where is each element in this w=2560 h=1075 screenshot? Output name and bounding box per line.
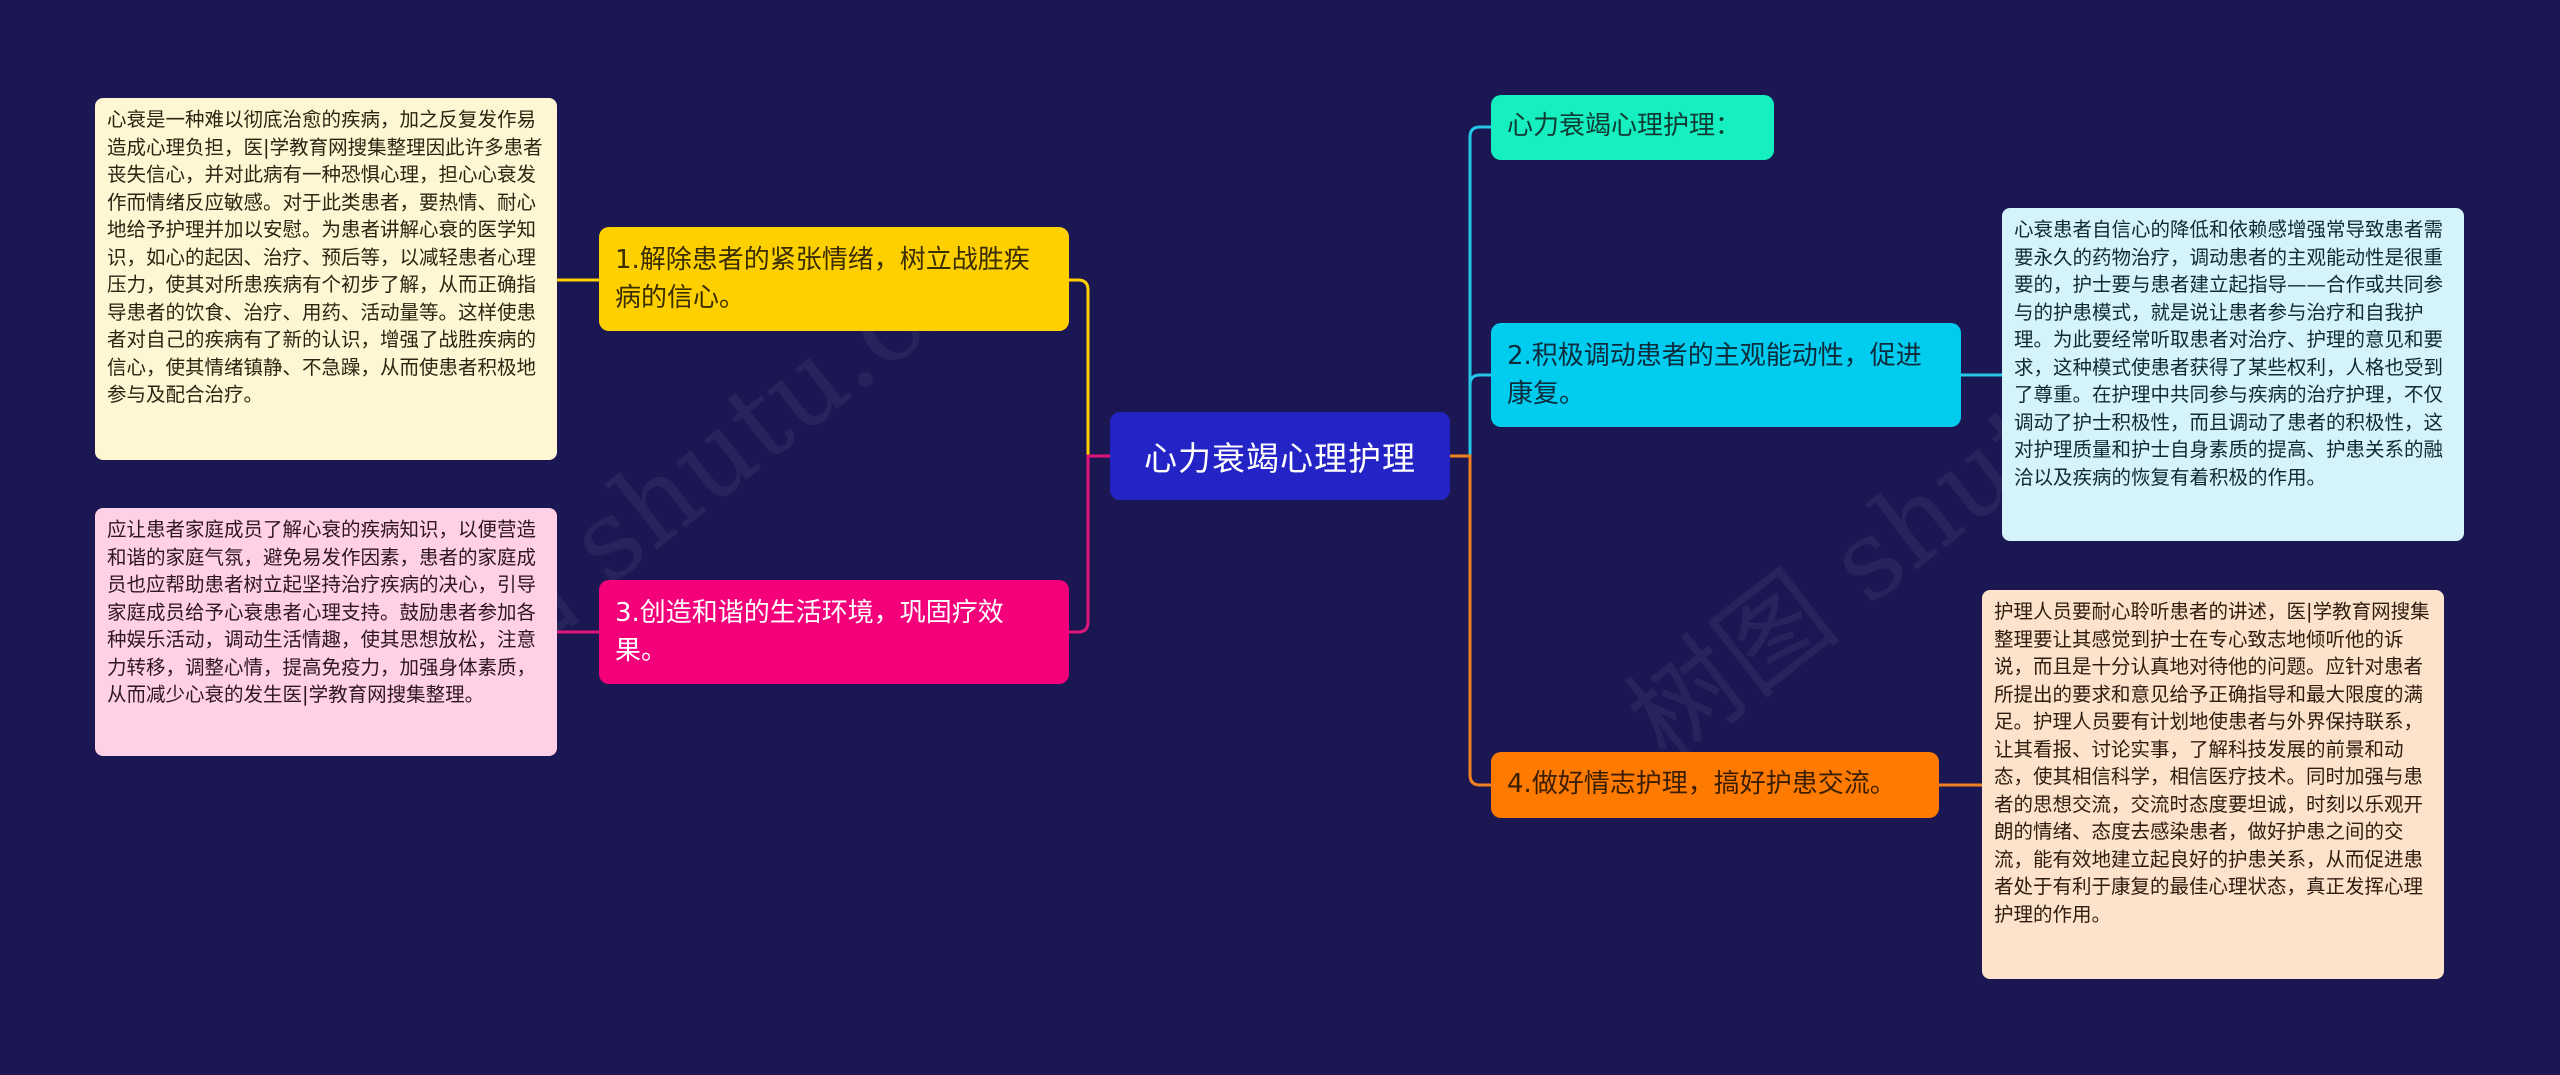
- note-text: 护理人员要耐心聆听患者的讲述，医|学教育网搜集整理要让其感觉到护士在专心致志地倾…: [1994, 600, 2430, 926]
- root-topic-label: 心力衰竭心理护理: [1144, 439, 1416, 478]
- branch-topic-2[interactable]: 2.积极调动患者的主观能动性，促进康复。: [1491, 323, 1961, 427]
- branch-topic-label: 4.做好情志护理，搞好护患交流。: [1507, 769, 1896, 799]
- edge-root-to-branch-title: [1450, 125, 1491, 458]
- branch-topic-label: 1.解除患者的紧张情绪，树立战胜疾病的信心。: [615, 245, 1030, 313]
- branch-topic-3[interactable]: 3.创造和谐的生活环境，巩固疗效果。: [599, 580, 1069, 684]
- edge-root-to-branch-1: [1069, 278, 1110, 458]
- branch-topic-label: 3.创造和谐的生活环境，巩固疗效果。: [615, 598, 1004, 666]
- note-text: 心衰患者自信心的降低和依赖感增强常导致患者需要永久的药物治疗，调动患者的主观能动…: [2014, 218, 2444, 489]
- note-topic-1[interactable]: 心衰是一种难以彻底治愈的疾病，加之反复发作易造成心理负担，医|学教育网搜集整理因…: [95, 98, 557, 460]
- branch-topic-title[interactable]: 心力衰竭心理护理：: [1491, 95, 1774, 160]
- note-topic-4[interactable]: 护理人员要耐心聆听患者的讲述，医|学教育网搜集整理要让其感觉到护士在专心致志地倾…: [1982, 590, 2444, 979]
- note-text: 心衰是一种难以彻底治愈的疾病，加之反复发作易造成心理负担，医|学教育网搜集整理因…: [107, 108, 543, 406]
- branch-topic-label: 2.积极调动患者的主观能动性，促进康复。: [1507, 341, 1922, 409]
- note-topic-2[interactable]: 心衰患者自信心的降低和依赖感增强常导致患者需要永久的药物治疗，调动患者的主观能动…: [2002, 208, 2464, 541]
- note-text: 应让患者家庭成员了解心衰的疾病知识，以便营造和谐的家庭气氛，避免易发作因素，患者…: [107, 518, 537, 706]
- branch-topic-label: 心力衰竭心理护理：: [1507, 111, 1742, 141]
- edge-root-to-branch-2: [1468, 373, 1491, 456]
- edge-root-to-branch-4: [1450, 454, 1491, 787]
- edge-root-to-branch-3: [1069, 454, 1110, 634]
- note-topic-3[interactable]: 应让患者家庭成员了解心衰的疾病知识，以便营造和谐的家庭气氛，避免易发作因素，患者…: [95, 508, 557, 756]
- branch-topic-1[interactable]: 1.解除患者的紧张情绪，树立战胜疾病的信心。: [599, 227, 1069, 331]
- branch-topic-4[interactable]: 4.做好情志护理，搞好护患交流。: [1491, 752, 1939, 818]
- root-topic[interactable]: 心力衰竭心理护理: [1110, 412, 1450, 500]
